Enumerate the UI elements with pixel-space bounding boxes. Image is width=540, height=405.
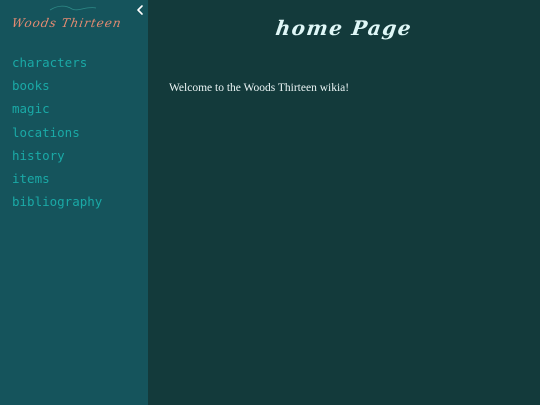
app-window: Woods Thirteen characters books magic lo… — [0, 0, 540, 405]
sidebar-item-magic[interactable]: magic — [12, 97, 102, 120]
sidebar-item-bibliography[interactable]: bibliography — [12, 190, 102, 213]
collapse-sidebar-button[interactable] — [133, 2, 147, 18]
brand-logo[interactable]: Woods Thirteen — [0, 5, 148, 32]
chevron-left-icon — [137, 5, 143, 15]
sidebar-item-items[interactable]: items — [12, 167, 102, 190]
sidebar-nav: characters books magic locations history… — [12, 51, 102, 213]
page-title: home Page — [274, 16, 414, 40]
sidebar: Woods Thirteen characters books magic lo… — [0, 0, 148, 405]
sidebar-item-locations[interactable]: locations — [12, 121, 102, 144]
welcome-text: Welcome to the Woods Thirteen wikia! — [169, 82, 350, 94]
flourish-icon — [49, 5, 97, 11]
sidebar-item-characters[interactable]: characters — [12, 51, 102, 74]
main-content: home Page Welcome to the Woods Thirteen … — [148, 0, 540, 405]
brand-title: Woods Thirteen — [10, 16, 124, 30]
sidebar-item-books[interactable]: books — [12, 74, 102, 97]
sidebar-item-history[interactable]: history — [12, 144, 102, 167]
